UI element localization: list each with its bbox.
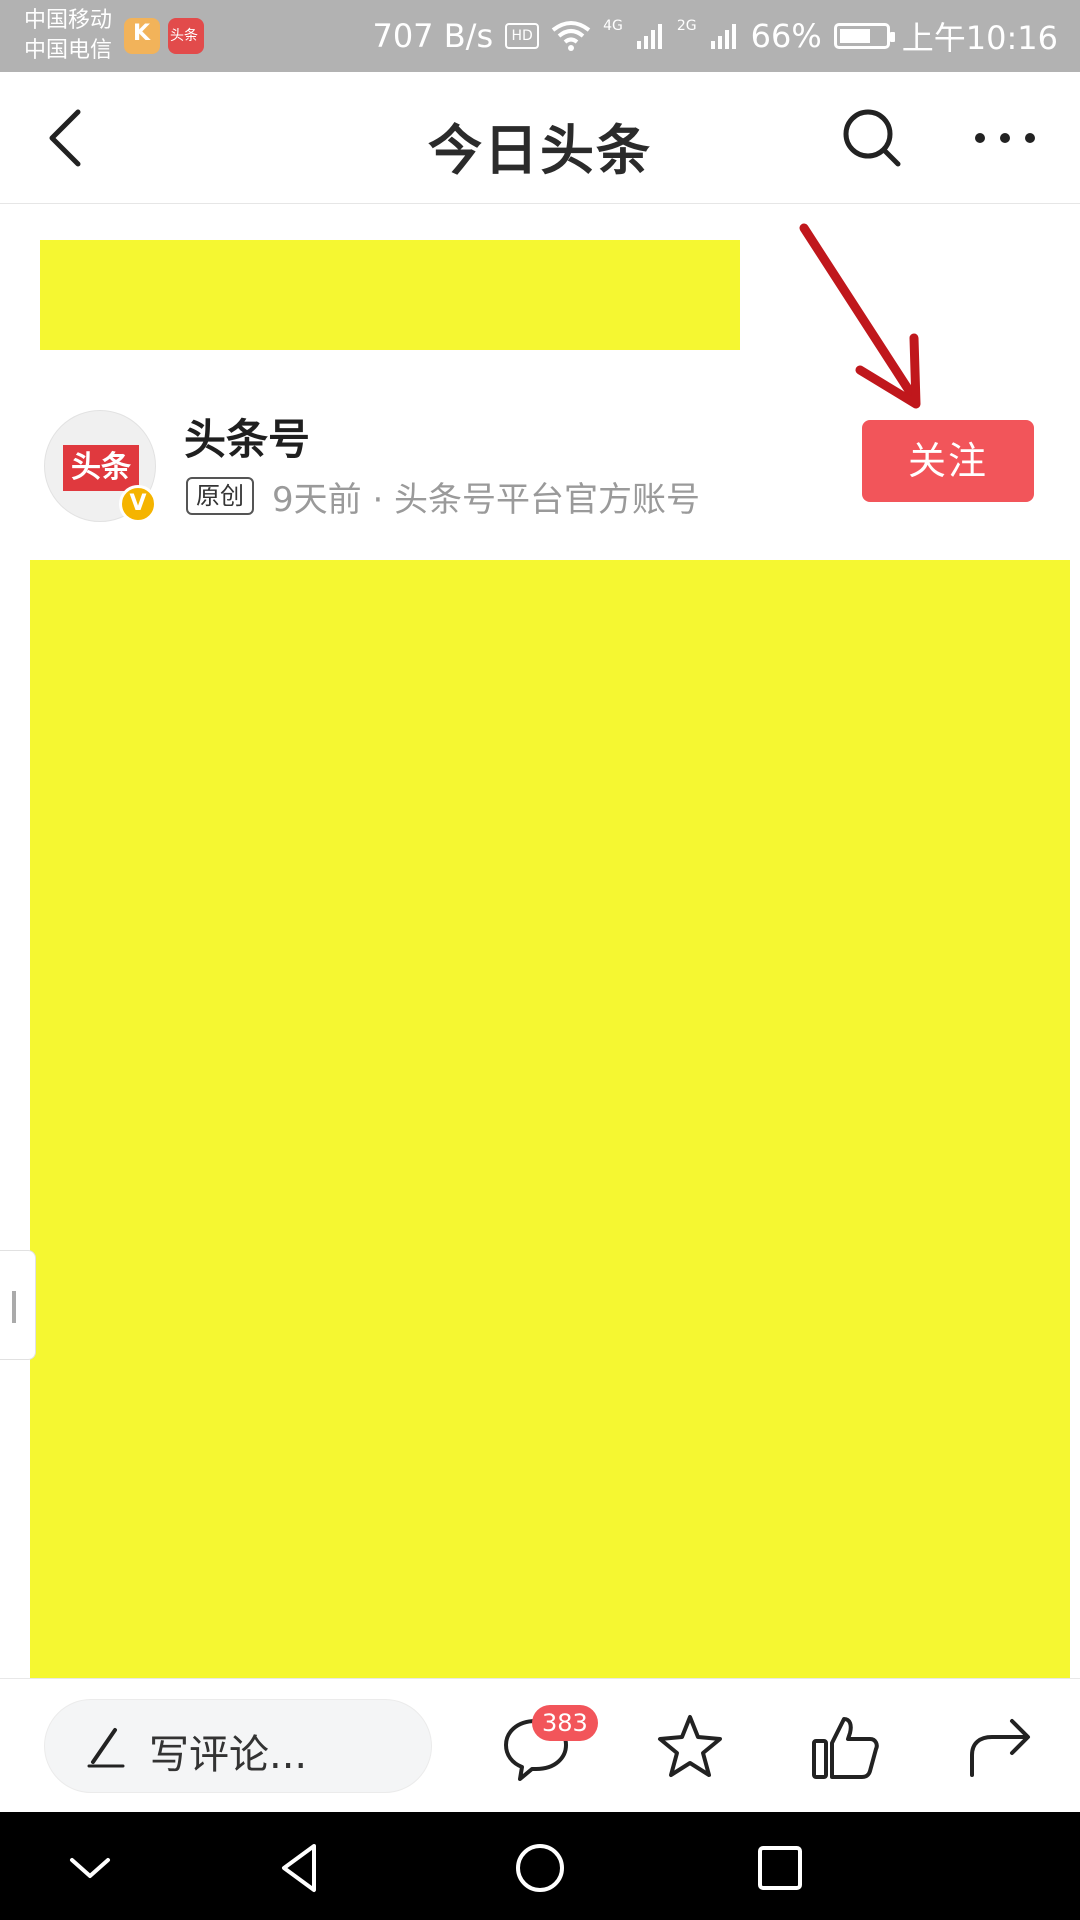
share-icon[interactable] — [962, 1709, 1038, 1785]
avatar-logo: 头条 — [63, 445, 139, 491]
pen-icon — [87, 1728, 125, 1768]
system-recent-apps-icon[interactable] — [750, 1838, 810, 1898]
carrier-labels: 中国移动 中国电信 — [24, 6, 112, 66]
system-nav-bar — [0, 1812, 1080, 1920]
author-meta: 原创 9天前 · 头条号平台官方账号 — [186, 474, 701, 520]
search-icon[interactable] — [840, 106, 904, 170]
k-app-notification-icon — [124, 18, 160, 54]
status-right: 707 B/s HD 4G 2G 66% 上午10:16 — [372, 14, 1058, 58]
action-bar: 写评论... 383 — [0, 1678, 1080, 1812]
status-bar: 中国移动 中国电信 707 B/s HD 4G 2G 66% 上午10:16 — [0, 0, 1080, 72]
more-dots-icon[interactable] — [970, 106, 1040, 170]
article-image-redacted — [30, 560, 1070, 1678]
system-home-icon[interactable] — [510, 1838, 570, 1898]
battery-percent: 66% — [750, 17, 822, 55]
comment-input[interactable]: 写评论... — [44, 1699, 432, 1793]
hd-icon: HD — [505, 23, 540, 49]
star-icon[interactable] — [652, 1709, 728, 1785]
like-icon[interactable] — [808, 1709, 884, 1785]
comment-placeholder: 写评论... — [149, 1732, 308, 1778]
toutiao-notification-icon — [168, 18, 204, 54]
system-back-icon[interactable] — [270, 1838, 330, 1898]
network-2g-label: 2G — [676, 18, 697, 34]
carrier-2: 中国电信 — [24, 38, 113, 63]
wifi-icon — [551, 21, 591, 51]
net-speed: 707 B/s — [372, 17, 494, 55]
floating-edge-handle[interactable] — [0, 1250, 36, 1360]
annotation-arrow-icon — [799, 223, 921, 409]
author-name[interactable]: 头条号 — [184, 406, 310, 467]
avatar[interactable]: 头条 V — [44, 410, 157, 523]
nav-bar: 今日头条 — [0, 72, 1080, 204]
follow-button[interactable]: 关注 — [862, 420, 1034, 502]
signal-icon-2 — [710, 24, 736, 49]
carrier-1: 中国移动 — [24, 8, 113, 33]
network-4g-label: 4G — [603, 18, 623, 34]
original-badge: 原创 — [186, 477, 254, 515]
chevron-down-icon[interactable] — [60, 1838, 120, 1898]
clock: 上午10:16 — [901, 19, 1058, 57]
battery-icon — [833, 23, 895, 49]
page-title: 今日头条 — [428, 119, 652, 182]
signal-icon — [636, 24, 662, 49]
article-title-redacted — [40, 240, 740, 350]
verified-badge-icon: V — [119, 485, 157, 523]
comment-count-badge: 383 — [532, 1705, 598, 1741]
author-meta-text: 9天前 · 头条号平台官方账号 — [272, 479, 701, 520]
